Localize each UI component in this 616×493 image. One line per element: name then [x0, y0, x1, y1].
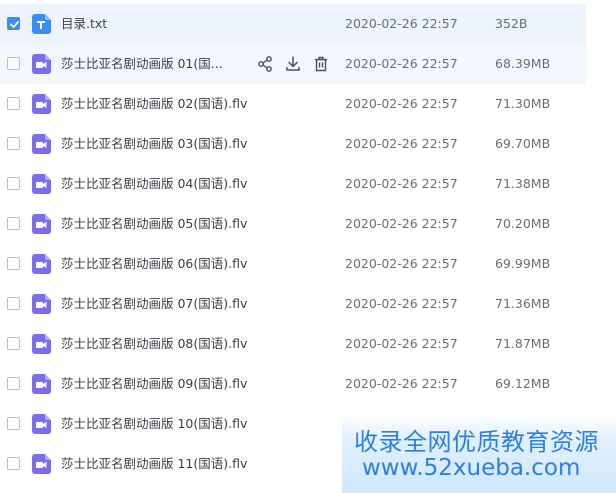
video-file-icon: [32, 414, 51, 434]
file-date: 2020-02-26 22:57: [345, 336, 458, 351]
file-row[interactable]: 莎士比亚名剧动画版 03(国语).flv 2020-02-26 22:57 69.7…: [0, 124, 586, 164]
file-name[interactable]: 莎士比亚名剧动画版 09(国语).flv: [61, 375, 247, 393]
video-file-icon: [32, 334, 51, 354]
file-name[interactable]: 目录.txt: [61, 15, 107, 33]
share-icon[interactable]: [256, 55, 274, 73]
file-row[interactable]: 莎士比亚名剧动画版 06(国语).flv 2020-02-26 22:57 69.9…: [0, 244, 586, 284]
file-size: 71.38MB: [495, 176, 551, 191]
file-size: 70.20MB: [495, 216, 551, 231]
video-file-icon: [32, 374, 51, 394]
row-checkbox[interactable]: [7, 337, 20, 350]
row-checkbox[interactable]: [7, 417, 20, 430]
file-name[interactable]: 莎士比亚名剧动画版 07(国语).flv: [61, 295, 247, 313]
row-checkbox[interactable]: [7, 297, 20, 310]
video-file-icon: [32, 294, 51, 314]
file-name[interactable]: 莎士比亚名剧动画版 05(国语).flv: [61, 215, 247, 233]
text-file-icon: [32, 14, 51, 34]
file-row[interactable]: 莎士比亚名剧动画版 01(国... 2020-02-26 22:57 68.39MB: [0, 44, 586, 84]
video-file-icon: [32, 174, 51, 194]
file-date: 2020-02-26 22:57: [345, 16, 458, 31]
file-name[interactable]: 莎士比亚名剧动画版 04(国语).flv: [61, 175, 247, 193]
file-name[interactable]: 莎士比亚名剧动画版 06(国语).flv: [61, 255, 247, 273]
file-name[interactable]: 莎士比亚名剧动画版 03(国语).flv: [61, 135, 247, 153]
file-size: 69.12MB: [495, 376, 551, 391]
file-name[interactable]: 莎士比亚名剧动画版 02(国语).flv: [61, 95, 247, 113]
file-size: 352B: [495, 16, 528, 31]
file-date: 2020-02-26 22:57: [345, 376, 458, 391]
file-row[interactable]: 莎士比亚名剧动画版 08(国语).flv 2020-02-26 22:57 71.8…: [0, 324, 586, 364]
row-checkbox[interactable]: [7, 217, 20, 230]
file-size: 69.99MB: [495, 256, 551, 271]
video-file-icon: [32, 134, 51, 154]
video-file-icon: [32, 454, 51, 474]
file-name[interactable]: 莎士比亚名剧动画版 01(国...: [61, 55, 223, 73]
file-name[interactable]: 莎士比亚名剧动画版 10(国语).flv: [61, 415, 247, 433]
video-file-icon: [32, 254, 51, 274]
row-checkbox[interactable]: [7, 97, 20, 110]
row-checkbox[interactable]: [7, 137, 20, 150]
watermark-url: www.52xueba.com: [362, 455, 581, 481]
file-name[interactable]: 莎士比亚名剧动画版 11(国语).flv: [61, 455, 247, 473]
file-size: 71.36MB: [495, 296, 551, 311]
row-checkbox[interactable]: [7, 17, 20, 30]
file-date: 2020-02-26 22:57: [345, 96, 458, 111]
file-row[interactable]: 莎士比亚名剧动画版 02(国语).flv 2020-02-26 22:57 71.3…: [0, 84, 586, 124]
file-date: 2020-02-26 22:57: [345, 56, 458, 71]
video-file-icon: [32, 214, 51, 234]
video-file-icon: [32, 54, 51, 74]
watermark-slogan: 收录全网优质教育资源: [354, 428, 599, 456]
delete-icon[interactable]: [312, 55, 330, 73]
row-checkbox[interactable]: [7, 377, 20, 390]
file-size: 69.70MB: [495, 136, 551, 151]
file-size: 68.39MB: [495, 56, 551, 71]
row-checkbox[interactable]: [7, 257, 20, 270]
file-row[interactable]: 目录.txt 2020-02-26 22:57 352B: [0, 4, 586, 44]
file-list: 目录.txt 2020-02-26 22:57 352B 莎士比亚名剧动画版 01(国…: [0, 4, 586, 484]
row-checkbox[interactable]: [7, 57, 20, 70]
file-row[interactable]: 莎士比亚名剧动画版 09(国语).flv 2020-02-26 22:57 69.1…: [0, 364, 586, 404]
file-row[interactable]: 莎士比亚名剧动画版 05(国语).flv 2020-02-26 22:57 70.2…: [0, 204, 586, 244]
file-name[interactable]: 莎士比亚名剧动画版 08(国语).flv: [61, 335, 247, 353]
file-date: 2020-02-26 22:57: [345, 136, 458, 151]
file-size: 71.87MB: [495, 336, 551, 351]
row-checkbox[interactable]: [7, 177, 20, 190]
file-row[interactable]: 莎士比亚名剧动画版 04(国语).flv 2020-02-26 22:57 71.3…: [0, 164, 586, 204]
video-file-icon: [32, 94, 51, 114]
file-date: 2020-02-26 22:57: [345, 296, 458, 311]
file-date: 2020-02-26 22:57: [345, 216, 458, 231]
file-date: 2020-02-26 22:57: [345, 256, 458, 271]
file-size: 71.30MB: [495, 96, 551, 111]
download-icon[interactable]: [284, 55, 302, 73]
file-date: 2020-02-26 22:57: [345, 176, 458, 191]
row-checkbox[interactable]: [7, 457, 20, 470]
file-row[interactable]: 莎士比亚名剧动画版 07(国语).flv 2020-02-26 22:57 71.3…: [0, 284, 586, 324]
